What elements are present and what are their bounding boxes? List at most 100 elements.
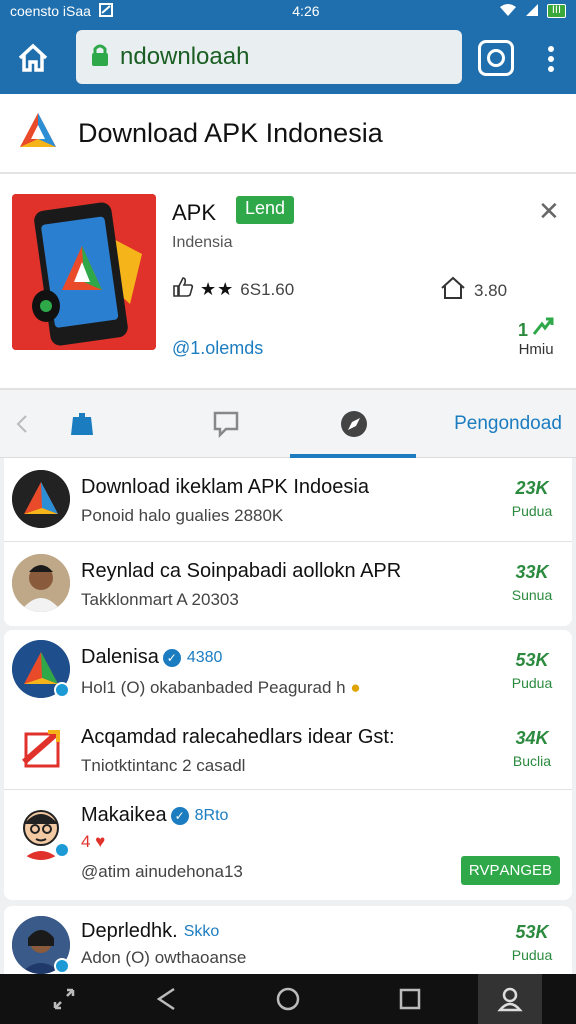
item-title: Reynlad ca Soinpabadi aollokn APR [81,560,402,582]
tabs-icon [487,49,505,67]
item-subtitle-text: Hol1 (O) okabanbaded Peagurad h [81,678,346,697]
item-title-text: Makaikea [81,804,167,826]
status-bar: сoensto iSaa 4:26 III [0,0,576,22]
item-subtitle: Tniotktintanc 2 casadl [81,756,246,775]
lock-icon [90,43,110,72]
tab-download-label: Pengondoad [454,413,562,434]
tab-download[interactable]: Pengondoad [440,390,576,458]
house-icon [440,276,466,305]
item-count-value: 34K [515,728,549,748]
app-image[interactable] [12,194,156,350]
list-item[interactable]: Acqamdad ralecahedlars idear Gst: Tniotk… [4,710,572,790]
item-count-label: Sunua [511,587,553,603]
verified-icon: ✓ [170,806,189,825]
list-item[interactable]: Reynlad ca Soinpabadi aollokn APR Takklo… [4,542,572,626]
browser-toolbar: ndownloaah [0,22,576,94]
app-name: APK [172,200,217,225]
circle-home-icon [276,987,300,1011]
overflow-menu-button[interactable] [540,42,562,76]
signal-icon [525,3,539,20]
tab-comments[interactable] [196,390,256,458]
close-icon[interactable]: ✕ [538,196,560,227]
item-title: Makaikea ✓ 8Rto [81,804,228,827]
rank-label: Hmiu [518,341,554,358]
back-icon [156,987,175,1011]
item-title: Download ikeklam APK Indoesia [81,476,369,498]
rating-row: ★★ 6S1.60 [172,276,294,303]
square-recents-icon [399,988,421,1010]
online-dot [54,842,70,858]
list-item[interactable]: Download ikeklam APK Indoesia Ponoid hal… [4,458,572,542]
item-count: 23K Pudua [506,478,558,519]
thumbs-up-icon[interactable] [172,276,194,303]
notification-icon [98,2,113,20]
tab-discover[interactable] [322,390,386,458]
coin-icon: ● [350,678,361,697]
item-title: Dalenisa ✓ 4380 [81,646,222,669]
download-button[interactable]: RVPАNGEB [460,856,560,885]
item-subtitle: Ponoid halo gualies 2880K [81,506,284,525]
stars-icon: ★★ [200,279,235,299]
app-subtitle: Indensia [172,234,233,251]
download-list: Download ikeklam APK Indoesia Ponoid hal… [0,458,576,974]
online-dot [54,958,70,974]
nav-back-button[interactable] [134,974,198,1024]
user-icon [497,987,523,1012]
user-avatar [12,554,70,612]
nav-switch-button[interactable] [32,974,96,1024]
list-item[interactable]: Deprledhk. Skko Adon (O) owthaoanse 53K P… [4,906,572,974]
item-title: Acqamdad ralecahedlars idear Gst: [81,726,395,748]
rank-number: 1 [518,320,529,340]
chevron-left-icon [16,415,27,433]
item-subtitle: Hol1 (O) okabanbaded Peagurad h ● [81,678,361,698]
nav-recents-button[interactable] [378,974,442,1024]
system-nav-bar [0,974,576,1024]
online-dot [54,682,70,698]
item-count-value: 53K [515,922,549,942]
app-logo-avatar [12,470,70,528]
status-time: 4:26 [292,3,320,19]
item-handle[interactable]: 4380 [187,649,223,666]
status-left-text: сoensto iSaa [10,3,91,19]
item-subtitle: Adon (O) owthaoanse [81,948,247,967]
address-bar[interactable]: ndownloaah [76,30,462,84]
item-title: Deprledhk. Skko [81,920,219,943]
verified-icon: ✓ [162,648,181,667]
size-row: 3.80 [440,276,507,305]
home-icon [18,43,48,72]
item-handle[interactable]: Skko [184,923,220,940]
list-item[interactable]: Makaikea ✓ 8Rto 4 ♥ @atim ainudehona13 RVP… [4,790,572,900]
svg-text:1: 1 [72,422,80,438]
rotate-icon [53,988,75,1010]
tab-scroll-left[interactable] [8,390,36,458]
list-card: Dalenisa ✓ 4380 Hol1 (O) okabanbaded Peagu… [4,630,572,900]
item-count-label: Pudua [511,947,553,963]
battery-icon: III [546,4,566,18]
item-title-text: Deprledhk. [81,920,178,942]
item-count-label: Pudua [511,675,553,691]
tabs-button[interactable] [478,40,514,76]
item-handle[interactable]: 8Rto [195,807,229,824]
item-title-text: Dalenisa [81,646,159,668]
trending-icon [532,317,554,340]
item-count: 53K Pudua [506,650,558,691]
home-button[interactable] [6,31,60,85]
app-badge[interactable]: Lend [236,196,295,224]
tab-apps[interactable]: 1 [56,390,116,458]
app-logo-avatar [12,720,70,778]
tab-bar: 1 Pengondoad [0,390,576,458]
rating-text: 6S1.60 [240,279,295,299]
compass-icon [341,411,367,437]
nav-home-button[interactable] [256,974,320,1024]
bag-icon: 1 [71,413,93,438]
item-count-value: 33K [515,562,549,582]
app-link[interactable]: @1.olemds [172,338,263,359]
nav-profile-button[interactable] [478,974,542,1024]
item-count-value: 53K [515,650,549,670]
site-header: Download APK Indonesia [0,94,576,174]
item-count: 53K Pudua [506,922,558,963]
page-title: Download APK Indonesia [78,117,383,148]
site-logo-icon[interactable] [18,111,58,156]
rank-badge: 1 Hmiu [518,316,554,358]
list-item[interactable]: Dalenisa ✓ 4380 Hol1 (O) okabanbaded Peagu… [4,630,572,710]
